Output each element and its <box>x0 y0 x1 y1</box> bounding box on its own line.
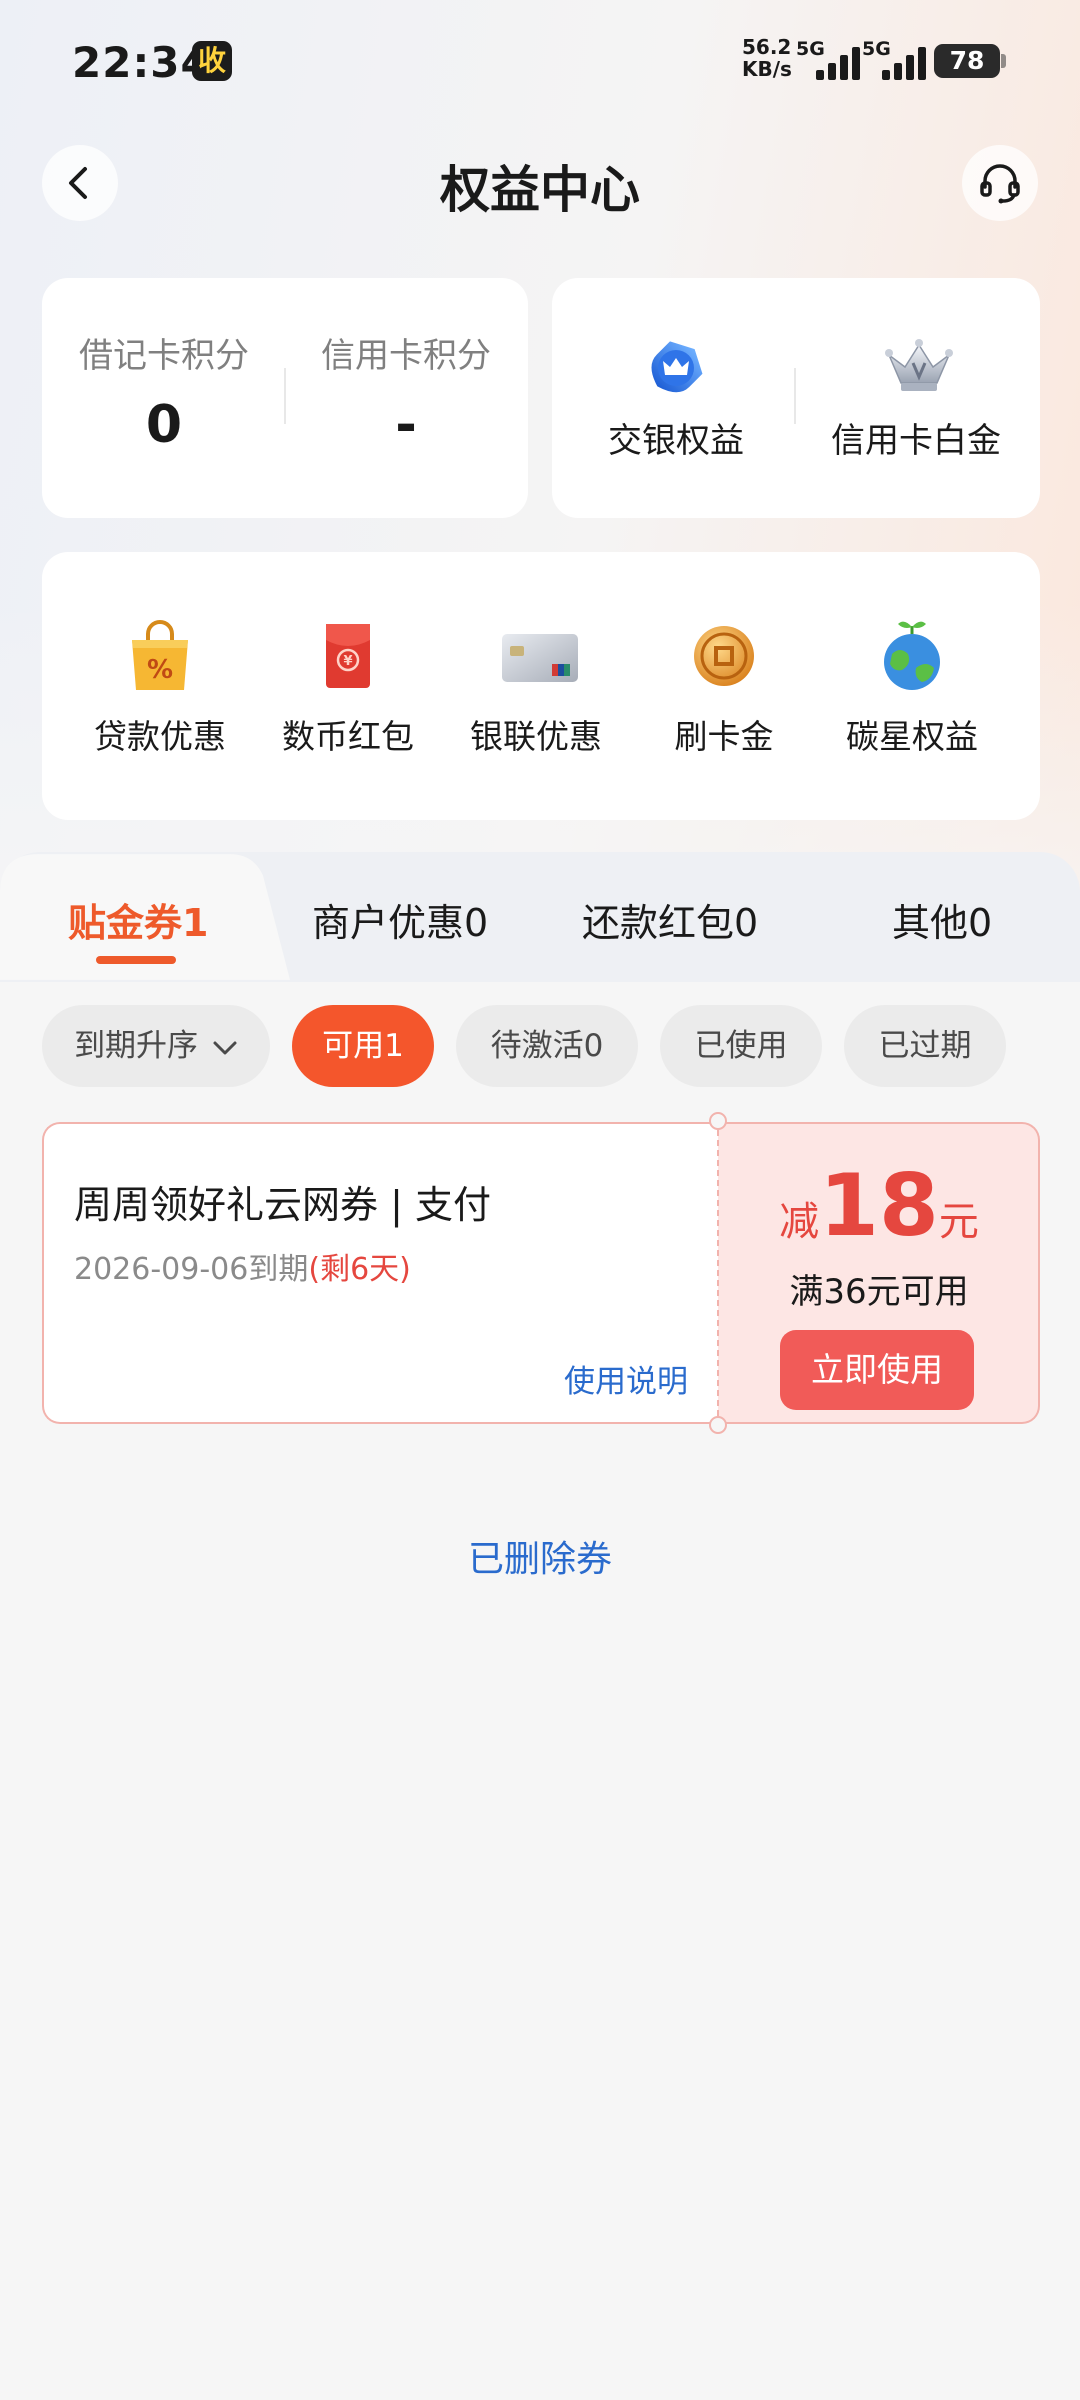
coupon-remaining-days: (剩6天) <box>308 1252 411 1287</box>
quick-link-digital-red-envelope[interactable]: ¥ 数币红包 <box>254 552 442 758</box>
quick-link-loan[interactable]: % 贷款优惠 <box>66 552 254 758</box>
battery-icon: 78 <box>934 44 1006 78</box>
crown-shield-icon <box>641 333 711 403</box>
coupon-divider <box>717 1130 719 1416</box>
benefit-platinum-label: 信用卡白金 <box>831 421 1001 461</box>
active-tab-indicator <box>96 956 176 964</box>
status-bar: 22:34 收 56.2 KB/s 5G 5G 78 <box>0 0 1080 125</box>
coupon-amount-unit: 元 <box>938 1199 979 1245</box>
coupon-amount-prefix: 减 <box>779 1199 820 1245</box>
use-now-button[interactable]: 立即使用 <box>780 1330 974 1410</box>
coupon-notch-bottom <box>709 1416 727 1434</box>
unionpay-card-icon <box>500 618 578 694</box>
tab-repayment-red-envelope[interactable]: 还款红包0 <box>582 892 758 947</box>
filter-expired[interactable]: 已过期 <box>844 1005 1006 1087</box>
svg-text:¥: ¥ <box>343 654 352 669</box>
signal-bars-2-icon <box>882 46 932 80</box>
coupon-notch-top <box>709 1112 727 1130</box>
chevron-down-icon <box>213 1041 237 1054</box>
coupon-condition: 满36元可用 <box>789 1272 969 1312</box>
signal-strength-2-icon: 5G <box>862 38 934 80</box>
status-time: 22:34 <box>72 38 211 87</box>
benefit-bocom[interactable]: 交银权益 <box>556 278 796 462</box>
silver-crown-icon <box>881 333 953 403</box>
quick-link-digital-red-envelope-label: 数币红包 <box>282 717 414 756</box>
svg-text:%: % <box>147 655 173 685</box>
network-speed: 56.2 KB/s <box>742 36 792 80</box>
filter-available[interactable]: 可用1 <box>292 1005 434 1087</box>
quick-link-card-gold[interactable]: 刷卡金 <box>630 552 818 758</box>
debit-points[interactable]: 借记卡积分 0 <box>44 278 284 455</box>
benefits-card: 交银权益 信用卡白金 <box>552 278 1040 518</box>
coupon-expiry-date: 2026-09-06到期 <box>74 1252 309 1287</box>
coupon-expiry: 2026-09-06到期(剩6天) <box>74 1244 411 1288</box>
page-title: 权益中心 <box>440 161 640 219</box>
shopping-bag-percent-icon: % <box>124 618 196 694</box>
coupon-amount: 减18元 <box>718 1156 1040 1256</box>
filter-pending-activation[interactable]: 待激活0 <box>456 1005 638 1087</box>
filter-used[interactable]: 已使用 <box>660 1005 822 1087</box>
network-speed-unit: KB/s <box>742 57 792 81</box>
earth-sprout-icon <box>876 618 948 694</box>
red-envelope-icon: ¥ <box>312 618 384 694</box>
coupon-amount-value: 18 <box>819 1156 939 1256</box>
quick-links-card: % 贷款优惠 ¥ 数币红包 银联优惠 刷卡金 碳星权益 <box>42 552 1040 820</box>
customer-service-button[interactable] <box>962 145 1038 221</box>
quick-link-card-gold-label: 刷卡金 <box>674 717 774 756</box>
network-speed-value: 56.2 <box>742 35 792 59</box>
tab-subsidy-coupon[interactable]: 贴金券1 <box>68 892 208 947</box>
quick-link-carbon-label: 碳星权益 <box>846 717 978 756</box>
debit-points-label: 借记卡积分 <box>79 336 249 376</box>
headset-icon <box>980 164 1020 204</box>
credit-points-value: - <box>395 395 417 455</box>
coupon-title: 周周领好礼云网券 | 支付 <box>74 1183 491 1227</box>
points-card: 借记卡积分 0 信用卡积分 - <box>42 278 528 518</box>
sort-dropdown-label: 到期升序 <box>74 1028 199 1064</box>
signal-bars-icon <box>816 46 866 80</box>
quick-link-carbon[interactable]: 碳星权益 <box>818 552 1006 758</box>
coupon-info: 周周领好礼云网券 | 支付 2026-09-06到期(剩6天) 使用说明 <box>42 1122 718 1424</box>
quick-link-loan-label: 贷款优惠 <box>94 717 226 756</box>
benefit-platinum[interactable]: 信用卡白金 <box>796 278 1036 462</box>
tab-others[interactable]: 其他0 <box>892 892 992 947</box>
signal-strength-icon: 5G <box>796 38 868 80</box>
credit-points-label: 信用卡积分 <box>321 336 491 376</box>
usage-instructions-link[interactable]: 使用说明 <box>564 1356 688 1401</box>
coupon-tabs: 贴金券1 商户优惠0 还款红包0 其他0 <box>0 852 1080 982</box>
quick-link-unionpay-label: 银联优惠 <box>470 717 602 756</box>
tab-merchant-offers[interactable]: 商户优惠0 <box>312 892 488 947</box>
quick-link-unionpay[interactable]: 银联优惠 <box>442 552 630 758</box>
deleted-coupons-link[interactable]: 已删除券 <box>0 1530 1080 1582</box>
benefit-bocom-label: 交银权益 <box>608 421 744 461</box>
sort-dropdown[interactable]: 到期升序 <box>42 1005 270 1087</box>
gold-coin-icon <box>688 618 760 694</box>
app-badge-icon: 收 <box>192 41 232 81</box>
coupon-value-panel: 减18元 满36元可用 立即使用 <box>718 1122 1040 1424</box>
coupon-card[interactable]: 周周领好礼云网券 | 支付 2026-09-06到期(剩6天) 使用说明 减18… <box>42 1112 1040 1434</box>
credit-points[interactable]: 信用卡积分 - <box>286 278 526 455</box>
debit-points-value: 0 <box>145 395 183 455</box>
